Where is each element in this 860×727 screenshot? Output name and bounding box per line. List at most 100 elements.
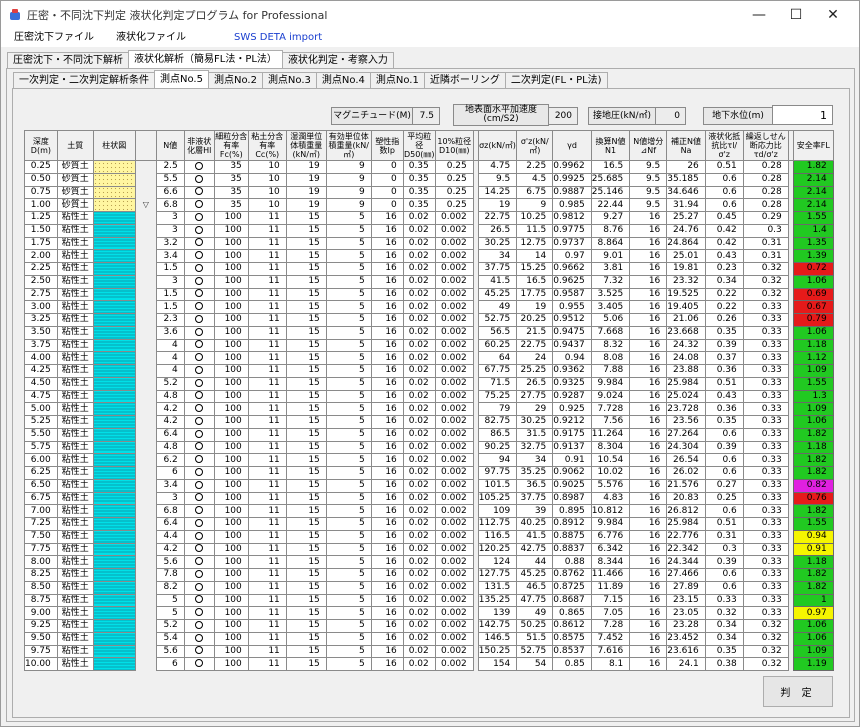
cell-wet-weight[interactable]: 15 <box>285 427 327 442</box>
cell-d50[interactable]: 0.02 <box>402 402 436 416</box>
cell-d50[interactable]: 0.35 <box>402 172 436 187</box>
cell-n1[interactable]: 8.32 <box>590 338 631 353</box>
cell-n1[interactable]: 7.728 <box>590 402 631 416</box>
cell-gamma-d[interactable]: 0.9512 <box>552 313 592 327</box>
cell-stress[interactable]: 0.33 <box>742 606 789 620</box>
cell-delta-nf[interactable]: 16 <box>629 453 668 467</box>
cell-d10[interactable]: 0.002 <box>434 211 474 225</box>
cell-stress[interactable]: 0.33 <box>742 466 789 480</box>
cell-non-liquefied[interactable] <box>183 580 215 595</box>
cell-sigma-z-eff[interactable]: 31.5 <box>516 427 554 442</box>
cell-cc[interactable]: 11 <box>247 249 287 263</box>
cell-d10[interactable]: 0.002 <box>434 338 474 353</box>
cell-na[interactable]: 20.83 <box>666 491 706 506</box>
cell-d50[interactable]: 0.02 <box>402 262 436 276</box>
cell-n-value[interactable]: 5 <box>155 593 185 608</box>
cell-sigma-z-eff[interactable]: 34 <box>516 453 554 467</box>
cell-fl[interactable]: 1.06 <box>792 325 834 340</box>
cell-gamma-d[interactable]: 0.8725 <box>552 580 592 595</box>
cell-d10[interactable]: 0.002 <box>434 300 474 314</box>
cell-d50[interactable]: 0.02 <box>402 606 436 620</box>
cell-cc[interactable]: 11 <box>247 351 287 365</box>
cell-gamma-d[interactable]: 0.8762 <box>552 568 592 582</box>
cell-resistance[interactable]: 0.51 <box>704 160 744 174</box>
cell-wet-weight[interactable]: 15 <box>285 542 327 557</box>
cell-wet-weight[interactable]: 15 <box>285 313 327 327</box>
cell-fl[interactable]: 1.82 <box>792 160 834 174</box>
cell-stress[interactable]: 0.33 <box>742 415 789 429</box>
cell-na[interactable]: 23.88 <box>666 364 706 378</box>
cell-delta-nf[interactable]: 16 <box>629 440 668 455</box>
cell-wet-weight[interactable]: 15 <box>285 453 327 467</box>
cell-column[interactable] <box>92 453 136 467</box>
cell-d10[interactable]: 0.002 <box>434 236 474 251</box>
cell-gamma-d[interactable]: 0.8575 <box>552 631 592 646</box>
cell-column[interactable] <box>92 568 136 582</box>
cell-d50[interactable]: 0.35 <box>402 198 436 212</box>
cell-fc[interactable]: 100 <box>213 619 249 633</box>
cell-fc[interactable]: 100 <box>213 364 249 378</box>
cell-sigma-z[interactable]: 97.75 <box>477 466 518 480</box>
cell-wet-weight[interactable]: 15 <box>285 300 327 314</box>
cell-d50[interactable]: 0.02 <box>402 466 436 480</box>
cell-sigma-z[interactable]: 90.25 <box>477 440 518 455</box>
cell-non-liquefied[interactable] <box>183 172 215 187</box>
cell-resistance[interactable]: 0.35 <box>704 415 744 429</box>
subtab-secondary-judgement[interactable]: 二次判定(FL・PL法) <box>504 72 608 89</box>
cell-cc[interactable]: 10 <box>247 185 287 200</box>
cell-sigma-z[interactable]: 49 <box>477 300 518 314</box>
cell-d50[interactable]: 0.02 <box>402 338 436 353</box>
cell-fl[interactable]: 0.91 <box>792 542 834 557</box>
cell-n-value[interactable]: 3 <box>155 211 185 225</box>
cell-soil[interactable]: 粘性土 <box>56 453 94 467</box>
cell-depth[interactable]: 0.50 <box>24 172 58 187</box>
cell-sigma-z[interactable]: 127.75 <box>477 568 518 582</box>
cell-delta-nf[interactable]: 16 <box>629 236 668 251</box>
cell-sigma-z-eff[interactable]: 9 <box>516 198 554 212</box>
cell-non-liquefied[interactable] <box>183 542 215 557</box>
cell-stress[interactable]: 0.33 <box>742 351 789 365</box>
cell-sigma-z[interactable]: 105.25 <box>477 491 518 506</box>
cell-n-value[interactable]: 4.8 <box>155 440 185 455</box>
cell-stress[interactable]: 0.33 <box>742 427 789 442</box>
cell-n1[interactable]: 7.32 <box>590 274 631 289</box>
cell-wet-weight[interactable]: 15 <box>285 325 327 340</box>
cell-n1[interactable]: 8.344 <box>590 555 631 569</box>
cell-gamma-d[interactable]: 0.9887 <box>552 185 592 200</box>
cell-n-value[interactable]: 3 <box>155 223 185 238</box>
cell-d50[interactable]: 0.02 <box>402 287 436 302</box>
cell-n-value[interactable]: 6 <box>155 657 185 671</box>
cell-resistance[interactable]: 0.6 <box>704 580 744 595</box>
cell-stress[interactable]: 0.33 <box>742 542 789 557</box>
cell-soil[interactable]: 粘性土 <box>56 568 94 582</box>
cell-resistance[interactable]: 0.39 <box>704 338 744 353</box>
cell-delta-nf[interactable]: 16 <box>629 300 668 314</box>
cell-na[interactable]: 21.06 <box>666 313 706 327</box>
cell-sigma-z-eff[interactable]: 14 <box>516 249 554 263</box>
cell-n1[interactable]: 5.576 <box>590 478 631 493</box>
cell-fc[interactable]: 100 <box>213 466 249 480</box>
cell-fc[interactable]: 35 <box>213 172 249 187</box>
cell-cc[interactable]: 11 <box>247 211 287 225</box>
cell-ip[interactable]: 16 <box>370 644 404 659</box>
cell-na[interactable]: 26 <box>666 160 706 174</box>
cell-eff-weight[interactable]: 5 <box>325 313 372 327</box>
cell-d50[interactable]: 0.02 <box>402 313 436 327</box>
cell-eff-weight[interactable]: 5 <box>325 274 372 289</box>
cell-non-liquefied[interactable] <box>183 300 215 314</box>
cell-n1[interactable]: 7.668 <box>590 325 631 340</box>
cell-fc[interactable]: 100 <box>213 593 249 608</box>
cell-gamma-d[interactable]: 0.8537 <box>552 644 592 659</box>
cell-delta-nf[interactable]: 9.5 <box>629 160 668 174</box>
cell-d10[interactable]: 0.002 <box>434 389 474 404</box>
cell-na[interactable]: 23.56 <box>666 415 706 429</box>
cell-n-value[interactable]: 4 <box>155 351 185 365</box>
cell-depth[interactable]: 4.75 <box>24 389 58 404</box>
cell-n-value[interactable]: 3.4 <box>155 249 185 263</box>
cell-wet-weight[interactable]: 19 <box>285 172 327 187</box>
cell-n1[interactable]: 3.405 <box>590 300 631 314</box>
cell-fl[interactable]: 1.06 <box>792 619 834 633</box>
cell-n-value[interactable]: 4 <box>155 364 185 378</box>
cell-n-value[interactable]: 6 <box>155 466 185 480</box>
cell-d10[interactable]: 0.002 <box>434 325 474 340</box>
